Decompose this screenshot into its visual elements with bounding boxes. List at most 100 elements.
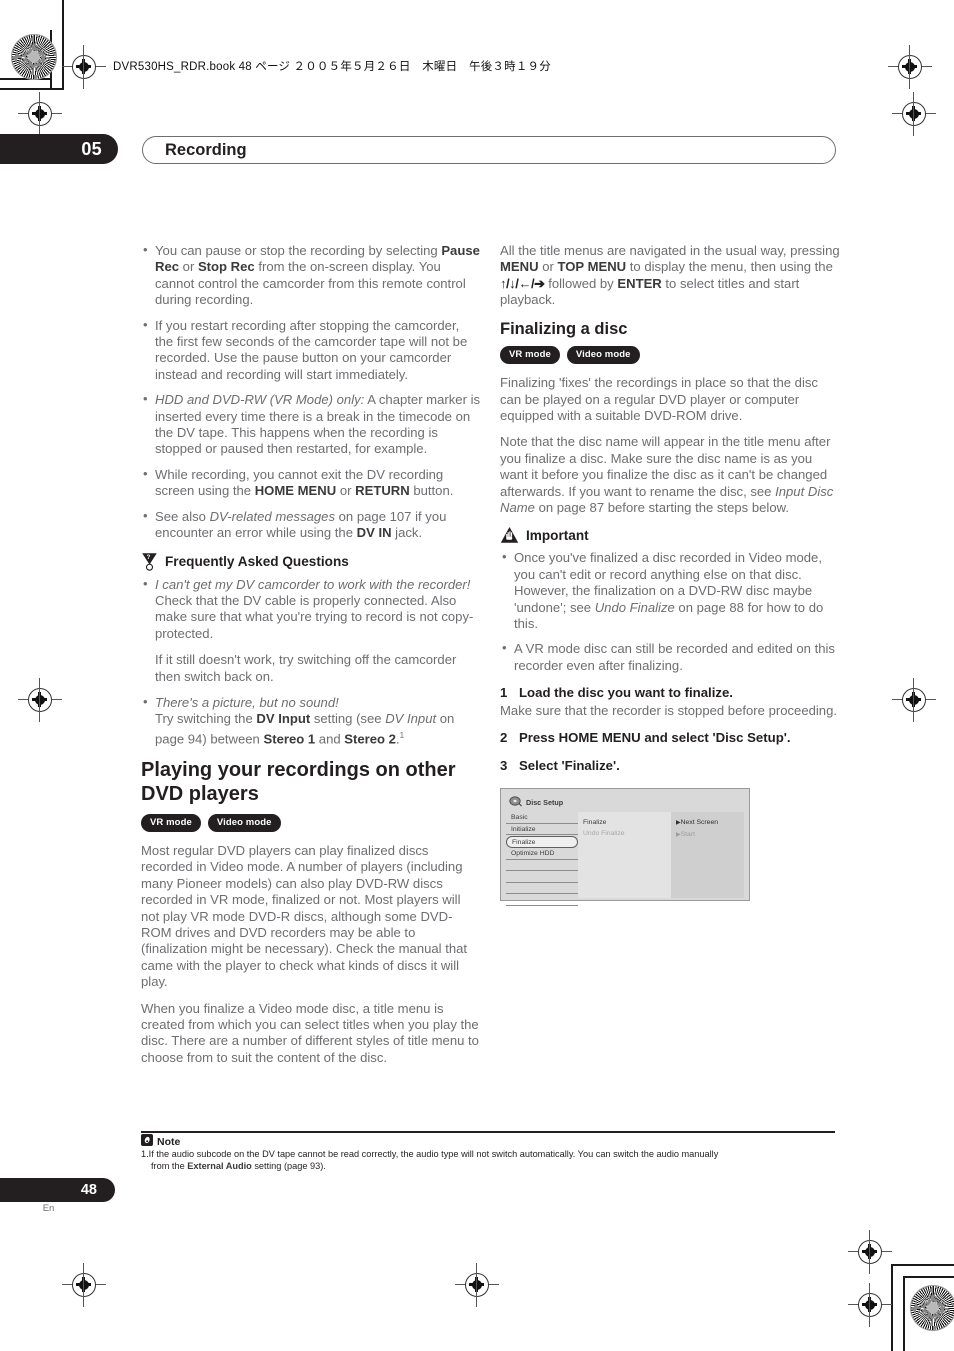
step-title: Load the disc you want to finalize.: [519, 685, 733, 701]
figure-body: BasicInitializeFinalizeOptimize HDD.... …: [506, 812, 744, 906]
page-language-label: En: [42, 1203, 55, 1214]
mode-badge: Video mode: [207, 813, 281, 833]
paragraph: Finalizing 'fixes' the recordings in pla…: [500, 375, 818, 423]
mode-badge: Video mode: [566, 345, 640, 365]
svg-text:?: ?: [147, 555, 151, 561]
footnote-heading: Note: [141, 1134, 180, 1149]
right-column: All the title menus are navigated in the…: [500, 243, 840, 906]
faq-list: I can't get my DV camcorder to work with…: [141, 575, 481, 748]
figure-title-row: Disc Setup: [506, 794, 744, 812]
figure-menu-item[interactable]: Initialize: [506, 824, 578, 836]
figure-menu-item[interactable]: Finalize: [506, 835, 578, 848]
section-heading-finalizing-a-disc: Finalizing a disc: [500, 319, 628, 338]
disc-icon: [509, 796, 522, 809]
list-item: You can pause or stop the recording by s…: [141, 242, 481, 309]
list-item: Once you've finalized a disc recorded in…: [500, 549, 840, 632]
step-heading: 3 Select 'Finalize'.: [500, 758, 840, 775]
list-item: HDD and DVD-RW (VR Mode) only: A chapter…: [141, 391, 481, 458]
steps-list: 1 Load the disc you want to finalize. Make…: [500, 685, 840, 774]
left-column: You can pause or stop the recording by s…: [141, 242, 481, 1076]
faq-answer: Check that the DV cable is properly conn…: [155, 592, 474, 641]
paragraph: Most regular DVD players can play finali…: [141, 843, 468, 990]
footnote-divider: [141, 1131, 835, 1133]
mode-badges-right: VR mode Video mode: [500, 345, 840, 365]
title-menu-navigation-paragraph: All the title menus are navigated in the…: [500, 243, 840, 308]
step: 2 Press HOME MENU and select 'Disc Setup'…: [500, 730, 840, 747]
footnote-text: 1.If the audio subcode on the DV tape ca…: [141, 1149, 719, 1171]
figure-options-column: Finalize Undo Finalize: [578, 812, 671, 899]
disc-setup-screenshot-figure: Disc Setup Basic Initialize Finalize Optimi…: [500, 788, 750, 906]
crop-line-br-h: [891, 1264, 954, 1266]
note-icon: [141, 1134, 153, 1149]
figure-menu-blank: .: [506, 871, 578, 883]
registration-mark-bottom-left-corner: [18, 92, 62, 136]
paragraph: Note that the disc name will appear in t…: [500, 434, 834, 515]
figure-actions-column: ▶Next Screen ▶Start: [671, 812, 744, 899]
list-item: While recording, you cannot exit the DV …: [141, 466, 481, 500]
important-heading-label: Important: [526, 527, 589, 543]
figure-menu-item[interactable]: Optimize HDD: [506, 848, 578, 860]
important-list: Once you've finalized a disc recorded in…: [500, 549, 840, 674]
chapter-title-bar: Recording: [142, 136, 836, 164]
registration-mark-right-middle: [892, 678, 936, 722]
warning-hand-icon: [500, 526, 519, 544]
step-number: 3: [500, 757, 508, 773]
section-body-finalizing: Finalizing 'fixes' the recordings in pla…: [500, 375, 840, 516]
figure-menu-blank: .: [506, 883, 578, 895]
section-body-playing-recordings: Most regular DVD players can play finali…: [141, 843, 481, 1066]
dv-notes-list: You can pause or stop the recording by s…: [141, 242, 481, 542]
crop-line-br2-h: [903, 1276, 954, 1278]
section-heading-playing-recordings: Playing your recordings on other DVD pla…: [141, 758, 456, 805]
important-heading: Important: [500, 526, 840, 544]
figure-action[interactable]: ▶Next Screen: [676, 817, 744, 829]
step-title: Press HOME MENU and select 'Disc Setup'.: [519, 730, 791, 746]
crop-line-tl-h: [0, 88, 64, 90]
registration-mark-bottom-center: [455, 1263, 499, 1307]
step-heading: 2 Press HOME MENU and select 'Disc Setup'…: [500, 730, 840, 747]
registration-mark-bottom-right: [848, 1230, 892, 1274]
list-item: A VR mode disc can still be recorded and…: [500, 640, 840, 674]
step-number: 2: [500, 730, 508, 746]
figure-action[interactable]: ▶Start: [676, 829, 744, 841]
registration-mark-left-middle: [18, 678, 62, 722]
list-item: See also DV-related messages on page 107…: [141, 508, 481, 542]
figure-option[interactable]: Finalize: [583, 817, 671, 828]
footnote-heading-label: Note: [157, 1135, 181, 1148]
list-item: There's a picture, but no sound!Try swit…: [141, 694, 481, 748]
paragraph: When you finalize a Video mode disc, a t…: [141, 1000, 479, 1065]
registration-mark-bottom-left: [62, 1263, 106, 1307]
faq-heading-label: Frequently Asked Questions: [165, 553, 349, 569]
starburst-mark-tl: [11, 34, 57, 80]
step-number: 1: [500, 685, 508, 701]
step: 1 Load the disc you want to finalize. Make…: [500, 685, 840, 719]
step-heading: 1 Load the disc you want to finalize.: [500, 685, 840, 702]
starburst-mark-br: [910, 1285, 954, 1331]
chapter-number-tab: 05: [0, 134, 118, 164]
figure-menu-blank: .: [506, 860, 578, 872]
question-bulb-icon: ?: [141, 552, 158, 571]
figure-title-label: Disc Setup: [526, 798, 564, 808]
crop-line-br2-v: [903, 1276, 905, 1351]
step-body: Make sure that the recorder is stopped b…: [500, 702, 837, 718]
registration-mark-right-upper: [892, 92, 936, 136]
registration-mark-top-left: [62, 45, 106, 89]
list-item: I can't get my DV camcorder to work with…: [141, 575, 481, 685]
faq-heading: ? Frequently Asked Questions: [141, 552, 481, 571]
step: 3 Select 'Finalize'.: [500, 758, 840, 775]
step-title: Select 'Finalize'.: [519, 757, 620, 773]
faq-answer: If it still doesn't work, try switching …: [155, 652, 457, 684]
figure-menu-item[interactable]: Basic: [506, 812, 578, 824]
print-slug: DVR530HS_RDR.book 48 ページ ２００５年５月２６日 木曜日 …: [113, 61, 551, 73]
figure-option[interactable]: Undo Finalize: [583, 828, 671, 839]
mode-badge: VR mode: [141, 813, 201, 833]
registration-mark-top-right: [888, 45, 932, 89]
mode-badge: VR mode: [500, 345, 560, 365]
faq-answer: Try switching the DV Input setting (see …: [155, 711, 455, 747]
list-item: If you restart recording after stopping …: [141, 317, 481, 384]
manual-page: DVR530HS_RDR.book 48 ページ ２００５年５月２６日 木曜日 …: [0, 0, 954, 1351]
figure-menu-blank: .: [506, 894, 578, 906]
mode-badges-left: VR mode Video mode: [141, 813, 481, 833]
figure-menu-column: BasicInitializeFinalizeOptimize HDD....: [506, 812, 578, 906]
registration-mark-right-lower: [848, 1283, 892, 1327]
page-number-tab: 48: [0, 1178, 115, 1202]
